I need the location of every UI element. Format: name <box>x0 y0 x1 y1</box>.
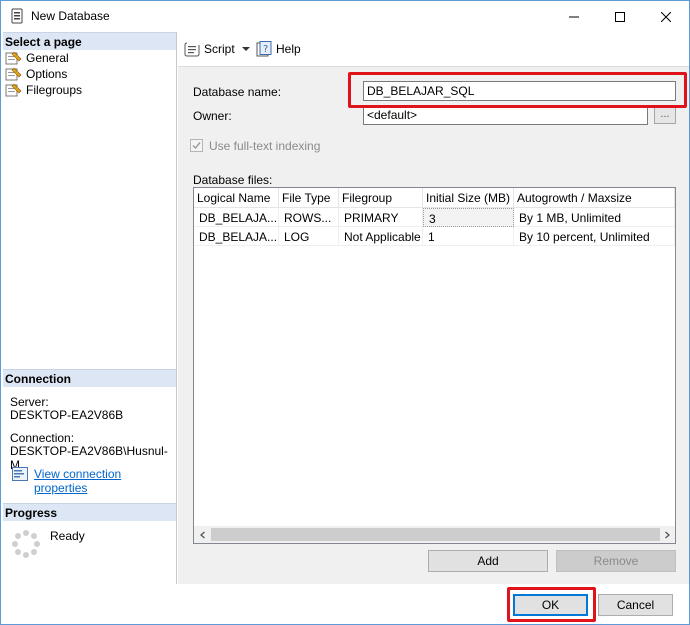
scrollbar-thumb[interactable] <box>211 528 660 541</box>
checkmark-icon <box>192 142 201 150</box>
help-button[interactable]: ? Help <box>256 40 301 58</box>
column-header[interactable]: Autogrowth / Maxsize <box>514 188 675 208</box>
page-wrench-icon <box>5 83 22 97</box>
page-wrench-icon <box>5 67 22 81</box>
page-item-label: Options <box>26 67 68 81</box>
progress-header: Progress <box>3 503 176 521</box>
page-item-general[interactable]: General <box>5 50 69 66</box>
horizontal-scrollbar[interactable] <box>194 526 675 543</box>
general-page-content: Database name: DB_BELAJAR_SQL Owner: <de… <box>178 69 689 584</box>
database-name-input[interactable]: DB_BELAJAR_SQL <box>363 81 676 101</box>
script-icon <box>184 42 200 57</box>
fulltext-indexing-label: Use full-text indexing <box>209 139 321 153</box>
close-icon <box>661 11 671 22</box>
column-header[interactable]: Initial Size (MB) <box>423 188 514 208</box>
progress-status: Ready <box>50 529 85 543</box>
database-name-label: Database name: <box>193 85 282 99</box>
table-cell[interactable]: LOG <box>279 227 339 246</box>
scroll-right-button[interactable] <box>658 526 675 543</box>
right-panel: Script ? Help Database name: DB_BELAJAR_… <box>178 32 689 584</box>
database-files-label: Database files: <box>193 173 273 187</box>
fulltext-indexing-checkbox[interactable] <box>190 139 203 152</box>
scroll-left-button[interactable] <box>194 526 211 543</box>
owner-label: Owner: <box>193 109 232 123</box>
column-header[interactable]: Filegroup <box>339 188 423 208</box>
close-button[interactable] <box>643 1 689 32</box>
column-header[interactable]: File Type <box>279 188 339 208</box>
new-database-window: New Database Select a page General Optio… <box>0 0 690 625</box>
title-bar[interactable]: New Database <box>1 1 689 32</box>
window-title: New Database <box>31 9 110 23</box>
server-value: DESKTOP-EA2V86B <box>10 408 124 422</box>
database-icon <box>11 8 23 24</box>
server-label: Server: <box>10 395 49 409</box>
svg-text:?: ? <box>263 44 268 55</box>
chevron-down-icon[interactable] <box>239 44 253 54</box>
cancel-button[interactable]: Cancel <box>598 594 673 616</box>
left-panel: Select a page General Options Filegroups… <box>3 32 177 584</box>
remove-button[interactable]: Remove <box>556 550 676 572</box>
table-cell[interactable]: Not Applicable <box>339 227 423 246</box>
minimize-icon <box>569 16 579 17</box>
owner-input[interactable]: <default> <box>363 105 648 125</box>
table-cell[interactable]: By 10 percent, Unlimited <box>514 227 675 246</box>
page-item-label: General <box>26 51 69 65</box>
table-cell[interactable]: By 1 MB, Unlimited <box>514 208 675 227</box>
connection-properties-icon <box>12 467 28 481</box>
ok-button[interactable]: OK <box>513 594 588 616</box>
page-wrench-icon <box>5 51 22 65</box>
help-icon: ? <box>256 41 272 57</box>
table-cell[interactable]: DB_BELAJA... <box>194 227 279 246</box>
minimize-button[interactable] <box>551 1 597 32</box>
help-label: Help <box>276 42 301 56</box>
script-label: Script <box>204 42 235 56</box>
owner-browse-button[interactable]: ... <box>654 106 676 124</box>
add-button[interactable]: Add <box>428 550 548 572</box>
table-cell[interactable]: 1 <box>423 227 514 246</box>
page-item-options[interactable]: Options <box>5 66 67 82</box>
maximize-icon <box>615 11 625 22</box>
script-button[interactable]: Script <box>184 40 253 58</box>
database-files-grid[interactable]: Logical Name File Type Filegroup Initial… <box>193 187 676 544</box>
table-cell[interactable]: DB_BELAJA... <box>194 208 279 227</box>
connection-header: Connection <box>3 369 176 387</box>
view-connection-properties-link[interactable]: View connection properties <box>34 467 176 495</box>
table-cell[interactable]: 3 <box>423 208 514 227</box>
table-cell[interactable]: PRIMARY <box>339 208 423 227</box>
page-item-filegroups[interactable]: Filegroups <box>5 82 82 98</box>
progress-spinner-icon <box>12 530 40 558</box>
select-page-header: Select a page <box>3 32 176 50</box>
column-header[interactable]: Logical Name <box>194 188 279 208</box>
table-cell[interactable]: ROWS... <box>279 208 339 227</box>
page-item-label: Filegroups <box>26 83 83 97</box>
chevron-left-icon <box>199 531 205 538</box>
maximize-button[interactable] <box>597 1 643 32</box>
connection-label: Connection: <box>10 431 75 445</box>
toolbar: Script ? Help <box>178 32 689 67</box>
chevron-right-icon <box>664 531 670 538</box>
